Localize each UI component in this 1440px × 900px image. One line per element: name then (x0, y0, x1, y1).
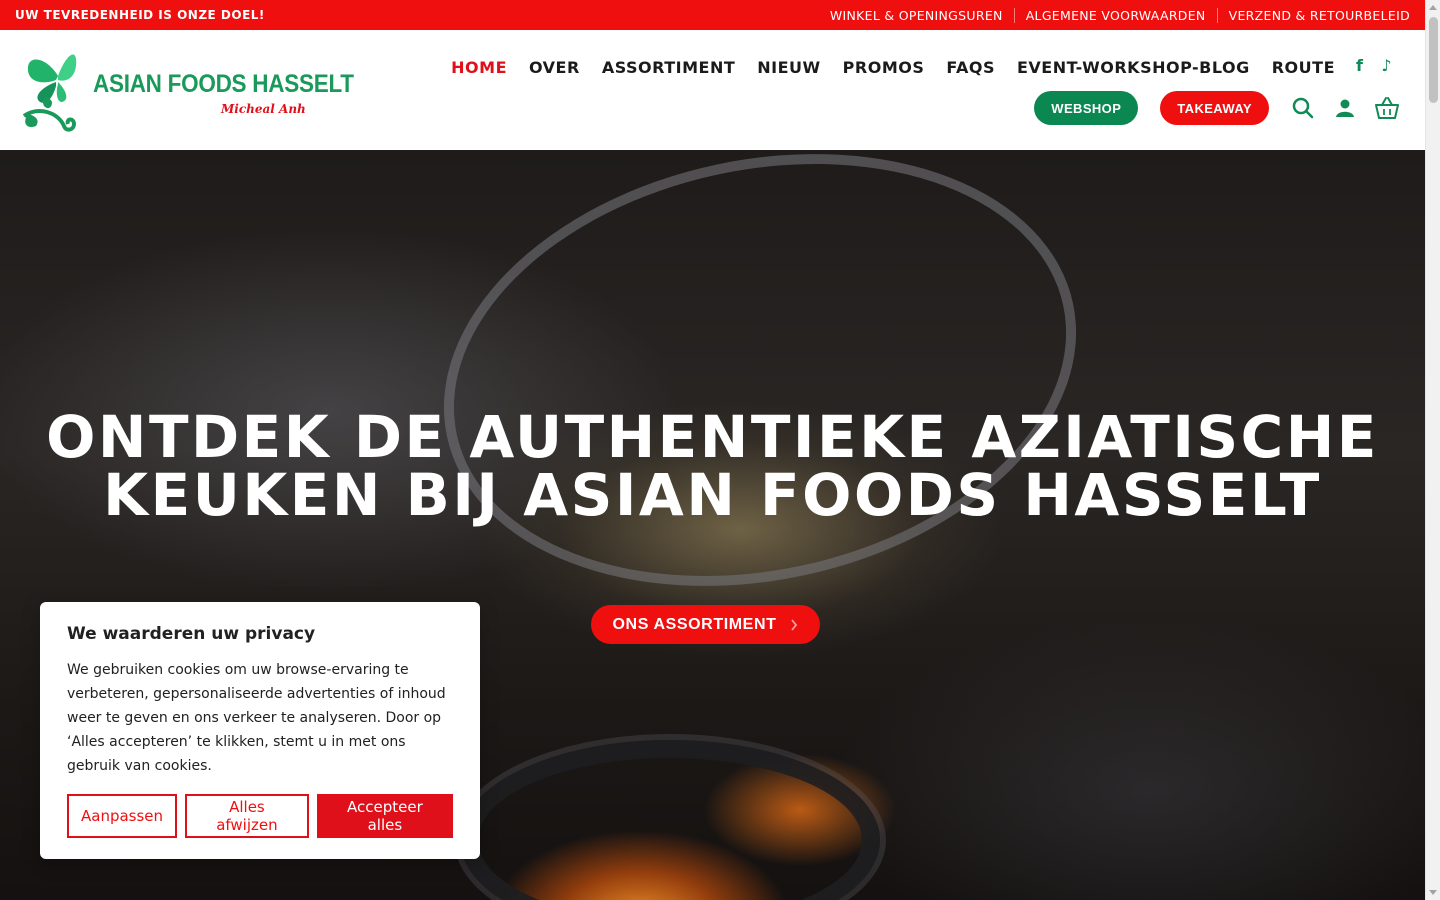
cookie-title: We waarderen uw privacy (67, 624, 316, 644)
accept-all-button[interactable]: Accepteer alles (316, 794, 453, 838)
facebook-icon[interactable]: f (1351, 57, 1368, 75)
nav-assortiment[interactable]: ASSORTIMENT (602, 58, 735, 77)
social-links: f ♪ (1351, 57, 1395, 75)
webshop-button[interactable]: WEBSHOP (1034, 91, 1139, 125)
logo-signature: Micheal Anh (221, 102, 306, 116)
chevron-right-icon (791, 618, 798, 631)
logo-brand-text: ASIAN FOODS HASSELT (93, 70, 354, 98)
link-winkel-openingsuren[interactable]: WINKEL & OPENINGSUREN (819, 8, 1014, 23)
reject-all-button[interactable]: Alles afwijzen (185, 794, 309, 838)
nav-home[interactable]: HOME (451, 58, 507, 77)
cookie-buttons: Aanpassen Alles afwijzen Accepteer alles (67, 794, 453, 838)
takeaway-button[interactable]: TAKEAWAY (1160, 91, 1269, 125)
nav-route[interactable]: ROUTE (1272, 58, 1335, 77)
user-icon[interactable] (1333, 96, 1357, 120)
hero-wok-image (403, 150, 1117, 642)
link-algemene-voorwaarden[interactable]: ALGEMENE VOORWAARDEN (1013, 7, 1217, 23)
tiktok-icon[interactable]: ♪ (1378, 57, 1395, 75)
nav-over[interactable]: OVER (529, 58, 580, 77)
scroll-up-arrow[interactable] (1429, 5, 1437, 10)
scroll-thumb[interactable] (1429, 17, 1438, 103)
site-logo[interactable]: ASIAN FOODS HASSELT Micheal Anh (18, 46, 354, 136)
scroll-down-arrow[interactable] (1429, 890, 1437, 895)
hero-burner-image (460, 740, 880, 900)
nav-faqs[interactable]: FAQS (946, 58, 995, 77)
site-header: ASIAN FOODS HASSELT Micheal Anh HOME OVE… (0, 30, 1425, 150)
nav-nieuw[interactable]: NIEUW (757, 58, 820, 77)
main-nav: HOME OVER ASSORTIMENT NIEUW PROMOS FAQS … (429, 58, 1335, 77)
nav-promos[interactable]: PROMOS (843, 58, 925, 77)
hero-title: ONTDEK DE AUTHENTIEKE AZIATISCHE KEUKEN … (46, 403, 1379, 529)
header-actions: WEBSHOP TAKEAWAY (1034, 91, 1399, 125)
cta-label: ONS ASSORTIMENT (612, 615, 777, 633)
cookie-text: We gebruiken cookies om uw browse-ervari… (67, 662, 446, 774)
search-icon[interactable] (1291, 96, 1315, 120)
basket-icon[interactable] (1375, 96, 1399, 120)
page-scrollbar[interactable] (1425, 0, 1440, 900)
nav-event-workshop-blog[interactable]: EVENT-WORKSHOP-BLOG (1017, 58, 1250, 77)
ons-assortiment-button[interactable]: ONS ASSORTIMENT (591, 605, 820, 644)
top-slogan: UW TEVREDENHEID IS ONZE DOEL! (15, 8, 265, 22)
butterfly-icon (22, 54, 77, 132)
cookie-consent-dialog: We waarderen uw privacy We gebruiken coo… (40, 602, 480, 859)
customize-button[interactable]: Aanpassen (67, 794, 178, 838)
top-links: WINKEL & OPENINGSUREN ALGEMENE VOORWAARD… (819, 7, 1410, 23)
link-verzend-retourbeleid[interactable]: VERZEND & RETOURBELEID (1216, 7, 1410, 23)
top-bar: UW TEVREDENHEID IS ONZE DOEL! WINKEL & O… (0, 0, 1425, 30)
